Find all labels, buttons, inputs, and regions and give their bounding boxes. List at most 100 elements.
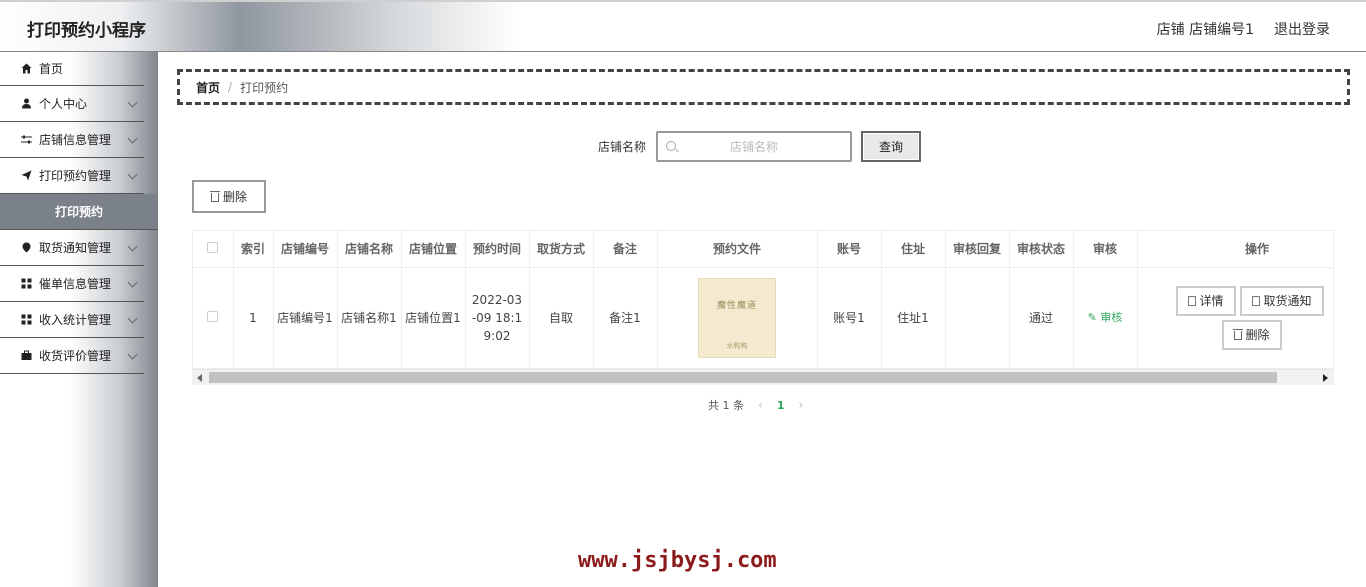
column-header: 索引 — [233, 231, 274, 268]
sidebar-item-pickup-notice[interactable]: 取货通知管理 — [0, 230, 144, 266]
query-button[interactable]: 查询 — [861, 131, 922, 162]
select-all-checkbox-cell[interactable] — [193, 231, 234, 268]
cell-status: 通过 — [1009, 267, 1074, 369]
send-icon — [20, 170, 32, 182]
site-watermark: www.jsjbysj.com — [578, 548, 777, 573]
chevron-down-icon — [127, 313, 138, 324]
edit-icon: ✎ — [1087, 311, 1097, 324]
column-header: 预约文件 — [657, 231, 818, 268]
sidebar-item-label: 收货评价管理 — [39, 349, 112, 363]
sidebar-item-label: 店铺信息管理 — [39, 133, 112, 147]
sidebar-item-label: 取货通知管理 — [39, 241, 112, 255]
page-number-current[interactable]: 1 — [777, 399, 785, 412]
sidebar-subitem-label: 打印预约 — [54, 205, 103, 219]
row-delete-button-label: 删除 — [1245, 327, 1270, 342]
pickup-notice-button-label: 取货通知 — [1263, 293, 1312, 308]
column-header: 操作 — [1137, 231, 1333, 268]
cell-index: 1 — [233, 267, 274, 369]
cell-booking-file: 魔性魔道 水鸭鸭 — [657, 267, 818, 369]
search-bar: 店铺名称 查询 — [598, 131, 922, 162]
search-icon — [666, 141, 677, 151]
cell-pickup-method: 自取 — [529, 267, 594, 369]
detail-button-label: 详情 — [1199, 293, 1224, 308]
chevron-down-icon — [127, 241, 138, 252]
table-row: 1 店铺编号1 店铺名称1 店铺位置1 2022-03-09 18:19:02 … — [193, 267, 1333, 369]
cell-address: 住址1 — [881, 267, 946, 369]
document-icon — [1187, 295, 1196, 306]
logout-link[interactable]: 退出登录 — [1274, 19, 1330, 39]
column-header: 账号 — [817, 231, 882, 268]
table-header-row: 索引 店铺编号 店铺名称 店铺位置 预约时间 取货方式 备注 预约文件 账号 住… — [193, 231, 1333, 268]
sidebar: 首页 个人中心 店铺信息管理 打印预约管理 打印预约 取货通知管理 催单信息管理… — [0, 52, 158, 587]
chevron-down-icon — [127, 133, 138, 144]
table-horizontal-scrollbar[interactable] — [192, 369, 1334, 385]
row-checkbox[interactable] — [207, 310, 219, 322]
column-header: 店铺位置 — [401, 231, 466, 268]
column-header: 审核回复 — [945, 231, 1010, 268]
sidebar-item-label: 催单信息管理 — [39, 277, 112, 291]
document-icon — [1251, 295, 1260, 306]
pagination-total: 共 1 条 — [708, 399, 744, 412]
cell-note: 备注1 — [593, 267, 658, 369]
column-header: 店铺名称 — [337, 231, 402, 268]
row-checkbox-cell[interactable] — [193, 267, 234, 369]
cell-shop-name: 店铺名称1 — [337, 267, 402, 369]
sidebar-item-home[interactable]: 首页 — [0, 52, 144, 86]
cell-shop-no: 店铺编号1 — [273, 267, 338, 369]
cell-account: 账号1 — [817, 267, 882, 369]
file-cover-author: 水鸭鸭 — [726, 341, 748, 350]
data-table: 索引 店铺编号 店铺名称 店铺位置 预约时间 取货方式 备注 预约文件 账号 住… — [192, 230, 1334, 385]
sidebar-item-print-booking-manage[interactable]: 打印预约管理 — [0, 158, 144, 194]
grid-icon — [20, 314, 32, 326]
search-field-wrapper — [656, 131, 853, 162]
sidebar-item-income-stats[interactable]: 收入统计管理 — [0, 302, 144, 338]
sidebar-item-label: 首页 — [39, 62, 64, 76]
audit-link[interactable]: ✎ 审核 — [1088, 311, 1123, 324]
app-title: 打印预约小程序 — [27, 21, 146, 41]
chevron-down-icon — [127, 349, 138, 360]
chevron-down-icon — [127, 169, 138, 180]
cell-audit: ✎ 审核 — [1073, 267, 1138, 369]
sidebar-item-label: 打印预约管理 — [39, 169, 112, 183]
trash-icon — [1232, 329, 1243, 340]
file-cover-title: 魔性魔道 — [716, 300, 757, 311]
chevron-down-icon — [127, 277, 138, 288]
scroll-right-arrow-icon[interactable] — [1323, 374, 1328, 382]
column-header: 预约时间 — [465, 231, 530, 268]
sidebar-item-personal-center[interactable]: 个人中心 — [0, 86, 144, 122]
next-page-button[interactable]: › — [798, 398, 803, 412]
column-header: 店铺编号 — [273, 231, 338, 268]
sidebar-item-review[interactable]: 收货评价管理 — [0, 338, 144, 374]
pagination: 共 1 条 ‹ 1 › — [708, 397, 803, 413]
sidebar-subitem-print-booking[interactable]: 打印预约 — [0, 194, 158, 230]
row-delete-button[interactable]: 删除 — [1221, 319, 1282, 350]
column-header: 备注 — [593, 231, 658, 268]
scroll-left-arrow-icon[interactable] — [197, 374, 202, 382]
sidebar-item-label: 收入统计管理 — [39, 313, 112, 327]
column-header: 取货方式 — [529, 231, 594, 268]
select-all-checkbox[interactable] — [207, 241, 219, 253]
search-label: 店铺名称 — [598, 140, 647, 154]
breadcrumb-home[interactable]: 首页 — [196, 79, 220, 96]
grid-icon — [20, 278, 32, 290]
user-icon — [20, 98, 32, 110]
prev-page-button[interactable]: ‹ — [758, 398, 763, 412]
sidebar-item-label: 个人中心 — [39, 97, 88, 111]
top-header: 打印预约小程序 店铺 店铺编号1 退出登录 — [0, 0, 1366, 52]
home-icon — [20, 63, 32, 75]
briefcase-icon — [20, 350, 32, 362]
cell-booking-time: 2022-03-09 18:19:02 — [465, 267, 530, 369]
scrollbar-thumb[interactable] — [209, 372, 1277, 383]
shop-name-search-input[interactable] — [658, 133, 851, 160]
sidebar-item-shop-info[interactable]: 店铺信息管理 — [0, 122, 144, 158]
detail-button[interactable]: 详情 — [1175, 285, 1236, 316]
booking-file-thumbnail[interactable]: 魔性魔道 水鸭鸭 — [698, 277, 776, 358]
sidebar-item-reminder[interactable]: 催单信息管理 — [0, 266, 144, 302]
cell-reply — [945, 267, 1010, 369]
pickup-notice-button[interactable]: 取货通知 — [1239, 285, 1324, 316]
breadcrumb-separator: / — [228, 80, 233, 94]
column-header: 住址 — [881, 231, 946, 268]
audit-link-label: 审核 — [1100, 311, 1123, 324]
batch-delete-button[interactable]: 删除 — [192, 180, 266, 213]
header-right: 店铺 店铺编号1 退出登录 — [1157, 19, 1330, 39]
